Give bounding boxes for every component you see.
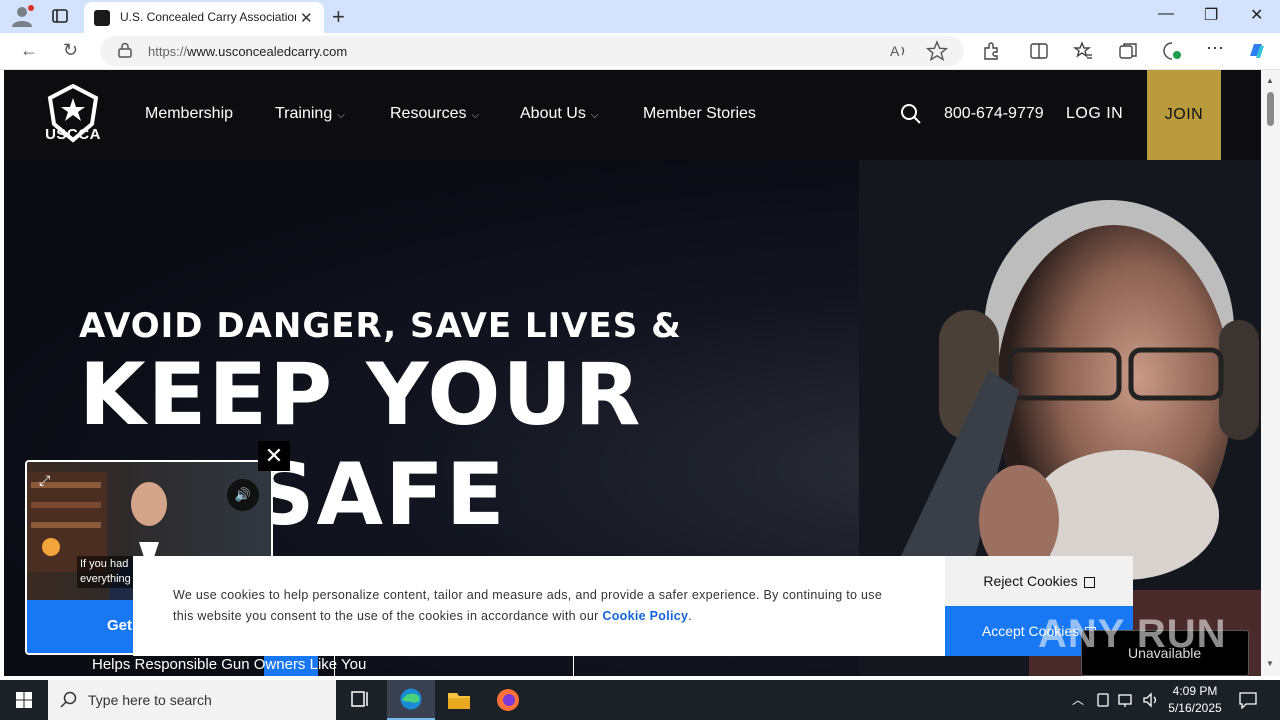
notifications-icon[interactable] <box>1238 691 1258 709</box>
nav-resources[interactable]: Resources ⌵ <box>390 105 479 123</box>
collections-icon[interactable] <box>1117 40 1139 62</box>
chevron-down-icon: ⌵ <box>471 110 480 121</box>
video-caption: If you had everything <box>77 556 134 588</box>
nav-training[interactable]: Training ⌵ <box>275 105 345 123</box>
windows-taskbar: Type here to search ︿ 4:09 PM 5/16/2025 <box>0 680 1280 720</box>
page-scrollbar[interactable]: ▲ ▼ <box>1261 70 1280 676</box>
close-tab-icon[interactable]: ✕ <box>300 9 313 27</box>
search-icon[interactable] <box>900 103 922 125</box>
tray-device-icon[interactable] <box>1096 692 1110 708</box>
favorites-icon[interactable] <box>1072 40 1094 62</box>
expand-icon[interactable]: ⤢ <box>39 472 50 489</box>
svg-text:A: A <box>890 43 900 59</box>
checkbox-icon <box>1083 576 1095 588</box>
firefox-icon[interactable] <box>484 680 532 720</box>
tab-actions-icon[interactable] <box>52 8 68 24</box>
browser-tab-strip: U.S. Concealed Carry Association ✕ + — ❐… <box>0 0 1280 33</box>
notification-dot <box>28 5 34 11</box>
new-tab-icon[interactable]: + <box>332 4 345 30</box>
extensions-icon[interactable] <box>980 40 1002 62</box>
restore-icon[interactable]: ❐ <box>1204 5 1218 25</box>
cookie-banner: We use cookies to help personalize conte… <box>133 556 1133 656</box>
taskbar-search-placeholder: Type here to search <box>88 692 212 708</box>
refresh-icon[interactable]: ↻ <box>63 40 78 61</box>
edge-taskbar-icon[interactable] <box>387 680 435 720</box>
search-icon <box>60 691 77 708</box>
phone-number-link[interactable]: 800-674-9779 <box>944 105 1044 123</box>
active-tab[interactable]: U.S. Concealed Carry Association ✕ <box>84 2 324 33</box>
lock-icon[interactable] <box>118 42 132 58</box>
browser-essentials-icon[interactable] <box>1161 40 1183 62</box>
tray-chevron-up-icon[interactable]: ︿ <box>1072 691 1084 708</box>
scroll-up-icon[interactable]: ▲ <box>1266 76 1274 85</box>
chevron-down-icon: ⌵ <box>590 110 599 121</box>
address-bar[interactable]: https://www.usconcealedcarry.com A <box>100 36 964 66</box>
cookie-text: We use cookies to help personalize conte… <box>173 588 883 623</box>
minimize-icon[interactable]: — <box>1158 5 1174 23</box>
url-text: https://www.usconcealedcarry.com <box>148 44 348 59</box>
browser-toolbar: ← ↻ https://www.usconcealedcarry.com A ⋯ <box>0 33 1280 70</box>
read-aloud-icon[interactable]: A <box>888 40 910 62</box>
nav-member-stories[interactable]: Member Stories <box>643 105 756 123</box>
network-icon[interactable] <box>1118 692 1136 708</box>
clock-time[interactable]: 4:09 PM <box>1160 684 1230 698</box>
login-link[interactable]: LOG IN <box>1066 105 1123 123</box>
logo-text: USCCA <box>45 126 101 143</box>
hero-tagline: Helps Responsible Gun Owners Like You <box>92 656 367 673</box>
anyrun-watermark: ANY RUN <box>1038 612 1227 656</box>
nav-about-us[interactable]: About Us ⌵ <box>520 105 598 123</box>
reject-cookies-button[interactable]: Reject Cookies <box>945 556 1133 606</box>
task-view-icon[interactable] <box>336 680 384 720</box>
chevron-down-icon: ⌵ <box>337 110 345 121</box>
window-close-icon[interactable]: ✕ <box>1250 5 1263 25</box>
site-header: USCCA Membership Training ⌵ Resources ⌵ Ab… <box>4 70 1261 160</box>
file-explorer-icon[interactable] <box>435 680 483 720</box>
cookie-policy-link[interactable]: Cookie Policy <box>602 609 688 623</box>
join-button[interactable]: JOIN <box>1147 70 1221 160</box>
scroll-thumb[interactable] <box>1267 92 1274 126</box>
uscca-favicon-icon <box>94 10 110 26</box>
close-popup-icon[interactable]: ✕ <box>258 441 290 471</box>
favorite-star-icon[interactable] <box>926 40 948 62</box>
tab-title: U.S. Concealed Carry Association <box>120 10 296 24</box>
nav-membership[interactable]: Membership <box>145 105 233 123</box>
hero-title-line-1: KEEP YOUR <box>79 345 643 445</box>
clock-date[interactable]: 5/16/2025 <box>1160 701 1230 715</box>
volume-icon[interactable] <box>1142 692 1160 708</box>
copilot-icon[interactable] <box>1246 40 1268 62</box>
hero-subtitle: AVOID DANGER, SAVE LIVES & <box>79 306 682 346</box>
back-icon[interactable]: ← <box>20 40 38 61</box>
more-options-icon[interactable]: ⋯ <box>1206 38 1224 59</box>
scroll-down-icon[interactable]: ▼ <box>1266 659 1274 668</box>
taskbar-search-box[interactable]: Type here to search <box>48 680 336 720</box>
split-screen-icon[interactable] <box>1028 40 1050 62</box>
windows-start-icon[interactable] <box>0 680 48 720</box>
volume-icon[interactable]: 🔊 <box>227 479 259 511</box>
